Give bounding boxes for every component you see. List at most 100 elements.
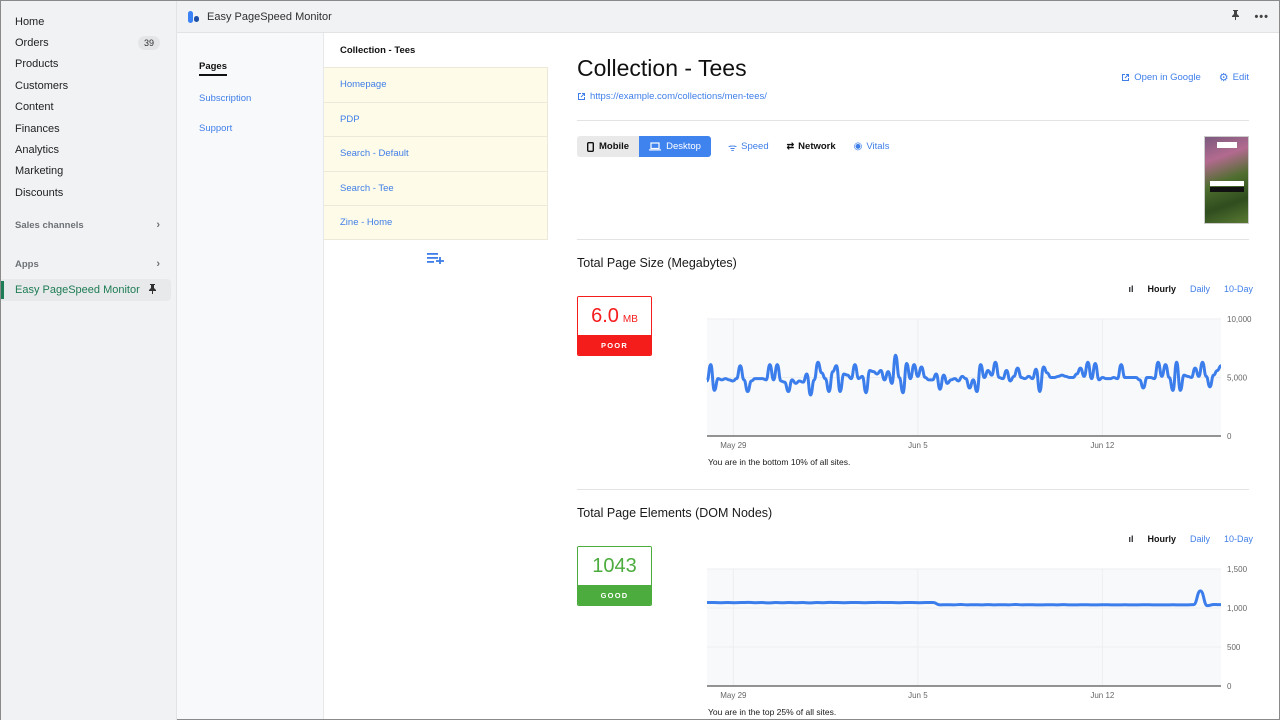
device-toggle: Mobile Desktop <box>577 136 711 157</box>
score-label: GOOD <box>578 585 651 605</box>
app-title: Easy PageSpeed Monitor <box>207 10 332 23</box>
tab-network-label: Network <box>798 141 836 152</box>
sales-channels-label: Sales channels <box>15 219 84 231</box>
page-list-item[interactable]: Search - Default <box>324 136 548 171</box>
y-tick-label: 0 <box>1227 682 1232 691</box>
active-app-label: Easy PageSpeed Monitor <box>15 284 140 296</box>
nav-item-finances[interactable]: Finances <box>1 118 176 139</box>
current-page-header[interactable]: Collection - Tees <box>324 33 548 67</box>
x-tick-label: Jun 12 <box>1090 691 1115 700</box>
range-selector: ıl Hourly Daily 10-Day <box>1128 284 1253 294</box>
count-badge: 39 <box>137 36 160 51</box>
open-in-google-label: Open in Google <box>1134 72 1201 83</box>
wifi-icon: ᯤ <box>728 142 738 154</box>
subnav-support[interactable]: Support <box>199 123 323 134</box>
external-link-icon <box>1122 74 1130 81</box>
swap-arrows-icon: ⇄ <box>786 141 795 151</box>
nav-item-analytics[interactable]: Analytics <box>1 139 176 160</box>
nav-item-home[interactable]: Home <box>1 11 176 32</box>
page-url: https://example.com/collections/men-tees… <box>590 91 767 102</box>
y-tick-label: 500 <box>1227 643 1241 652</box>
y-tick-label: 1,500 <box>1227 565 1248 574</box>
range-hourly[interactable]: Hourly <box>1147 284 1176 294</box>
chevron-right-icon: › <box>156 258 160 270</box>
score-badge-page-size: 6.0 MB POOR <box>577 296 652 356</box>
divider <box>577 120 1249 121</box>
edit-label: Edit <box>1232 72 1249 83</box>
chart-page-size: 0 5,000 10,000 May 29 Jun 5 Jun 12 <box>705 315 1252 450</box>
laptop-icon <box>649 142 662 151</box>
page-screenshot-thumbnail[interactable] <box>1204 136 1249 224</box>
app-topbar: Easy PageSpeed Monitor ••• <box>177 1 1279 33</box>
view-tabs: ᯤ Speed ⇄ Network ◉ Vitals <box>728 136 889 157</box>
pages-panel: Collection - Tees Homepage PDP Search - De… <box>324 33 548 719</box>
nav-item-label: Products <box>15 58 59 71</box>
chart-note: You are in the top 25% of all sites. <box>708 707 837 717</box>
edit-button[interactable]: ⚙ Edit <box>1219 71 1249 84</box>
score-badge-dom-nodes: 1043 GOOD <box>577 546 652 606</box>
range-hourly[interactable]: Hourly <box>1147 534 1176 544</box>
nav-item-discounts[interactable]: Discounts <box>1 182 176 203</box>
open-in-google-link[interactable]: Open in Google <box>1121 71 1201 84</box>
score-label: POOR <box>578 335 651 355</box>
nav-item-label: Marketing <box>15 165 64 178</box>
plot-area <box>707 569 1221 686</box>
eye-icon: ◉ <box>853 141 863 152</box>
nav-item-label: Content <box>15 101 54 114</box>
bar-chart-icon[interactable]: ıl <box>1128 534 1133 544</box>
tab-speed-label: Speed <box>741 141 769 152</box>
page-list-item[interactable]: Homepage <box>324 67 548 102</box>
score-unit: MB <box>622 313 638 325</box>
nav-list: Home Orders 39 Products Customers Content Fina… <box>1 1 176 204</box>
x-tick-label: Jun 5 <box>908 691 928 700</box>
y-tick-label: 1,000 <box>1227 604 1248 613</box>
nav-item-label: Finances <box>15 122 60 135</box>
external-link-icon <box>578 93 585 100</box>
page-list-item[interactable]: PDP <box>324 101 548 137</box>
app-subnav: Pages Subscription Support <box>177 33 324 719</box>
tab-desktop[interactable]: Desktop <box>639 136 711 157</box>
range-10-day[interactable]: 10-Day <box>1224 534 1253 544</box>
page-list-item[interactable]: Search - Tee <box>324 170 548 206</box>
subnav-pages[interactable]: Pages <box>199 61 227 76</box>
tab-desktop-label: Desktop <box>666 141 701 152</box>
tab-network[interactable]: ⇄ Network <box>787 141 836 152</box>
add-page-button[interactable] <box>324 252 548 264</box>
page-list-item[interactable]: Zine - Home <box>324 205 548 240</box>
tab-speed[interactable]: ᯤ Speed <box>728 140 769 154</box>
range-daily[interactable]: Daily <box>1190 284 1210 294</box>
subnav-subscription[interactable]: Subscription <box>199 93 323 104</box>
nav-sales-channels[interactable]: Sales channels › <box>1 215 176 235</box>
range-10-day[interactable]: 10-Day <box>1224 284 1253 294</box>
pin-icon[interactable] <box>148 283 157 297</box>
divider <box>577 239 1249 240</box>
section-title-dom-nodes: Total Page Elements (DOM Nodes) <box>577 506 773 520</box>
nav-item-customers[interactable]: Customers <box>1 75 176 96</box>
nav-item-label: Orders <box>15 37 49 50</box>
nav-item-products[interactable]: Products <box>1 54 176 75</box>
more-horizontal-icon[interactable]: ••• <box>1254 11 1269 23</box>
page-url-link[interactable]: https://example.com/collections/men-tees… <box>577 91 767 102</box>
gear-icon: ⚙ <box>1218 72 1229 84</box>
score-value: 1043 <box>592 554 637 577</box>
x-tick-label: Jun 12 <box>1090 441 1115 450</box>
range-daily[interactable]: Daily <box>1190 534 1210 544</box>
nav-item-content[interactable]: Content <box>1 97 176 118</box>
admin-sidebar: Home Orders 39 Products Customers Content Fina… <box>1 1 177 720</box>
tab-mobile-label: Mobile <box>599 141 630 152</box>
nav-apps[interactable]: Apps › <box>1 254 176 274</box>
page-list: Homepage PDP Search - Default Search - Tee Z… <box>324 67 548 240</box>
y-tick-label: 5,000 <box>1227 374 1248 383</box>
nav-item-orders[interactable]: Orders 39 <box>1 32 176 53</box>
tab-mobile[interactable]: Mobile <box>577 136 640 157</box>
x-tick-label: May 29 <box>720 441 747 450</box>
nav-app-easy-pagespeed-monitor[interactable]: Easy PageSpeed Monitor <box>1 279 171 301</box>
tab-vitals[interactable]: ◉ Vitals <box>854 141 890 152</box>
main-content: Collection - Tees https://example.com/co… <box>548 33 1279 719</box>
bar-chart-icon[interactable]: ıl <box>1128 284 1133 294</box>
nav-item-label: Discounts <box>15 186 64 199</box>
pin-icon[interactable] <box>1231 10 1240 23</box>
score-value: 6.0 <box>591 304 619 327</box>
nav-item-marketing[interactable]: Marketing <box>1 161 176 182</box>
mobile-icon <box>587 141 594 152</box>
